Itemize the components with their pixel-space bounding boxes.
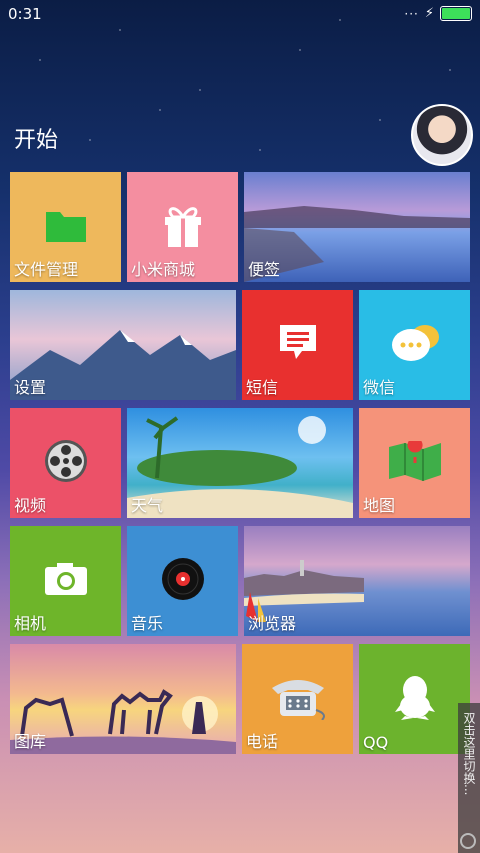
signal-dots-icon: ··· xyxy=(404,6,419,21)
tile-camera[interactable]: 相机 xyxy=(10,526,121,636)
tile-label: 天气 xyxy=(131,496,164,515)
message-icon xyxy=(279,324,316,359)
tile-label: 浏览器 xyxy=(248,614,297,633)
tile-weather[interactable]: 天气 xyxy=(127,408,353,518)
tile-video[interactable]: 视频 xyxy=(10,408,121,518)
map-icon xyxy=(388,440,441,481)
tile-browser[interactable]: 浏览器 xyxy=(244,526,470,636)
tile-label: 文件管理 xyxy=(14,260,79,279)
tile-qq[interactable]: QQ xyxy=(359,644,470,754)
film-reel-icon xyxy=(44,439,87,482)
side-circle-icon[interactable] xyxy=(460,833,476,849)
tile-notes[interactable]: 便签 xyxy=(244,172,470,282)
tile-file-manager[interactable]: 文件管理 xyxy=(10,172,121,282)
qq-penguin-icon xyxy=(394,675,435,720)
tile-music[interactable]: 音乐 xyxy=(127,526,238,636)
status-time: 0:31 xyxy=(8,5,42,23)
tile-label: 地图 xyxy=(363,496,396,515)
camera-icon xyxy=(44,562,87,595)
page-title: 开始 xyxy=(14,128,59,153)
tile-label: 电话 xyxy=(246,732,279,751)
avatar[interactable] xyxy=(411,104,473,166)
tile-settings[interactable]: 设置 xyxy=(10,290,236,400)
tile-label: 微信 xyxy=(363,378,396,397)
tile-gallery[interactable]: 图库 xyxy=(10,644,236,754)
status-bar: 0:31 ··· ⚡ xyxy=(0,0,480,28)
side-switch-hint[interactable]: 双击这里切换... xyxy=(460,712,478,795)
tile-label: 便签 xyxy=(248,260,281,279)
telephone-icon xyxy=(271,679,325,720)
vinyl-record-icon xyxy=(161,557,204,600)
tile-label: 图库 xyxy=(14,732,47,751)
battery-icon xyxy=(440,6,472,21)
tile-label: 音乐 xyxy=(131,614,164,633)
gift-icon xyxy=(164,207,201,247)
tile-mi-store[interactable]: 小米商城 xyxy=(127,172,238,282)
tile-label: 设置 xyxy=(14,378,47,397)
tile-label: 相机 xyxy=(14,614,47,633)
charging-icon: ⚡ xyxy=(424,6,434,21)
tile-label: 短信 xyxy=(246,378,279,397)
folder-icon xyxy=(45,211,86,242)
tile-map[interactable]: 地图 xyxy=(359,408,470,518)
tile-sms[interactable]: 短信 xyxy=(242,290,353,400)
tile-label: 视频 xyxy=(14,496,47,515)
tile-wechat[interactable]: 微信 xyxy=(359,290,470,400)
tile-label: 小米商城 xyxy=(131,260,196,279)
tile-label: QQ xyxy=(363,733,389,752)
tile-phone[interactable]: 电话 xyxy=(242,644,353,754)
wechat-icon xyxy=(391,324,439,361)
